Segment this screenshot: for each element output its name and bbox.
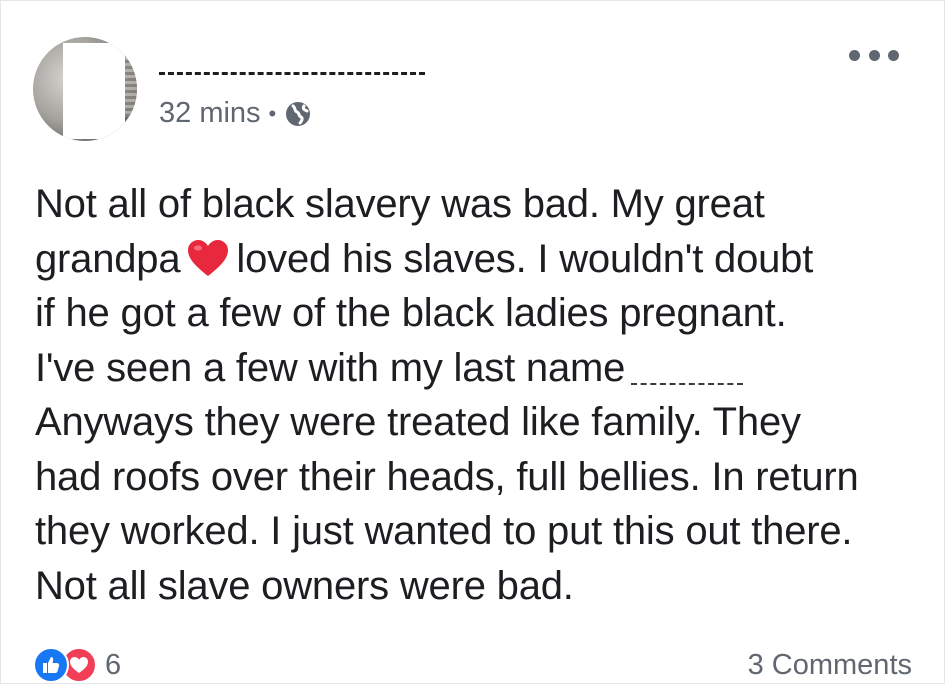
comments-link[interactable]: 3 Comments bbox=[748, 649, 912, 682]
red-heart-icon bbox=[188, 239, 229, 276]
post-body: Not all of black slavery was bad. My gre… bbox=[35, 177, 925, 613]
post-timestamp[interactable]: 32 mins bbox=[159, 97, 261, 130]
globe-icon[interactable] bbox=[284, 100, 312, 128]
post-text-line: I've seen a few with my last name bbox=[35, 341, 925, 396]
avatar-redaction bbox=[63, 43, 125, 139]
post-meta: 32 mins • bbox=[159, 97, 312, 130]
post-text-fragment: I've seen a few with my last name bbox=[35, 345, 626, 390]
post-text-line: Anyways they were treated like family. T… bbox=[35, 400, 801, 444]
more-dot-icon bbox=[868, 49, 880, 61]
post-text-fragment: grandpa bbox=[35, 236, 181, 281]
post-text-line: they worked. I just wanted to put this o… bbox=[35, 509, 853, 553]
avatar-background bbox=[123, 57, 137, 117]
like-icon bbox=[33, 647, 69, 683]
post-text-line: Not all slave owners were bad. bbox=[35, 563, 574, 608]
reactions-summary[interactable]: 6 bbox=[33, 647, 121, 683]
avatar[interactable] bbox=[33, 37, 137, 141]
author-name-redacted[interactable] bbox=[159, 41, 425, 75]
post-text-line: Not all of black slavery was bad. My gre… bbox=[35, 182, 765, 226]
more-dot-icon bbox=[849, 49, 860, 61]
more-options-button[interactable] bbox=[849, 43, 899, 67]
reaction-count: 6 bbox=[105, 648, 122, 681]
surname-redacted bbox=[631, 350, 744, 385]
post-text-fragment: loved his slaves. I wouldn't doubt bbox=[236, 236, 814, 281]
facebook-post: 32 mins • Not all of black slavery was b… bbox=[0, 0, 945, 684]
post-text-line: if he got a few of the black ladies preg… bbox=[35, 291, 787, 335]
post-text-line: had roofs over their heads, full bellies… bbox=[35, 454, 859, 499]
post-text-line: grandpa loved his slaves. I wouldn't doub… bbox=[35, 232, 925, 287]
meta-separator: • bbox=[268, 100, 277, 126]
more-dot-icon bbox=[888, 49, 899, 61]
